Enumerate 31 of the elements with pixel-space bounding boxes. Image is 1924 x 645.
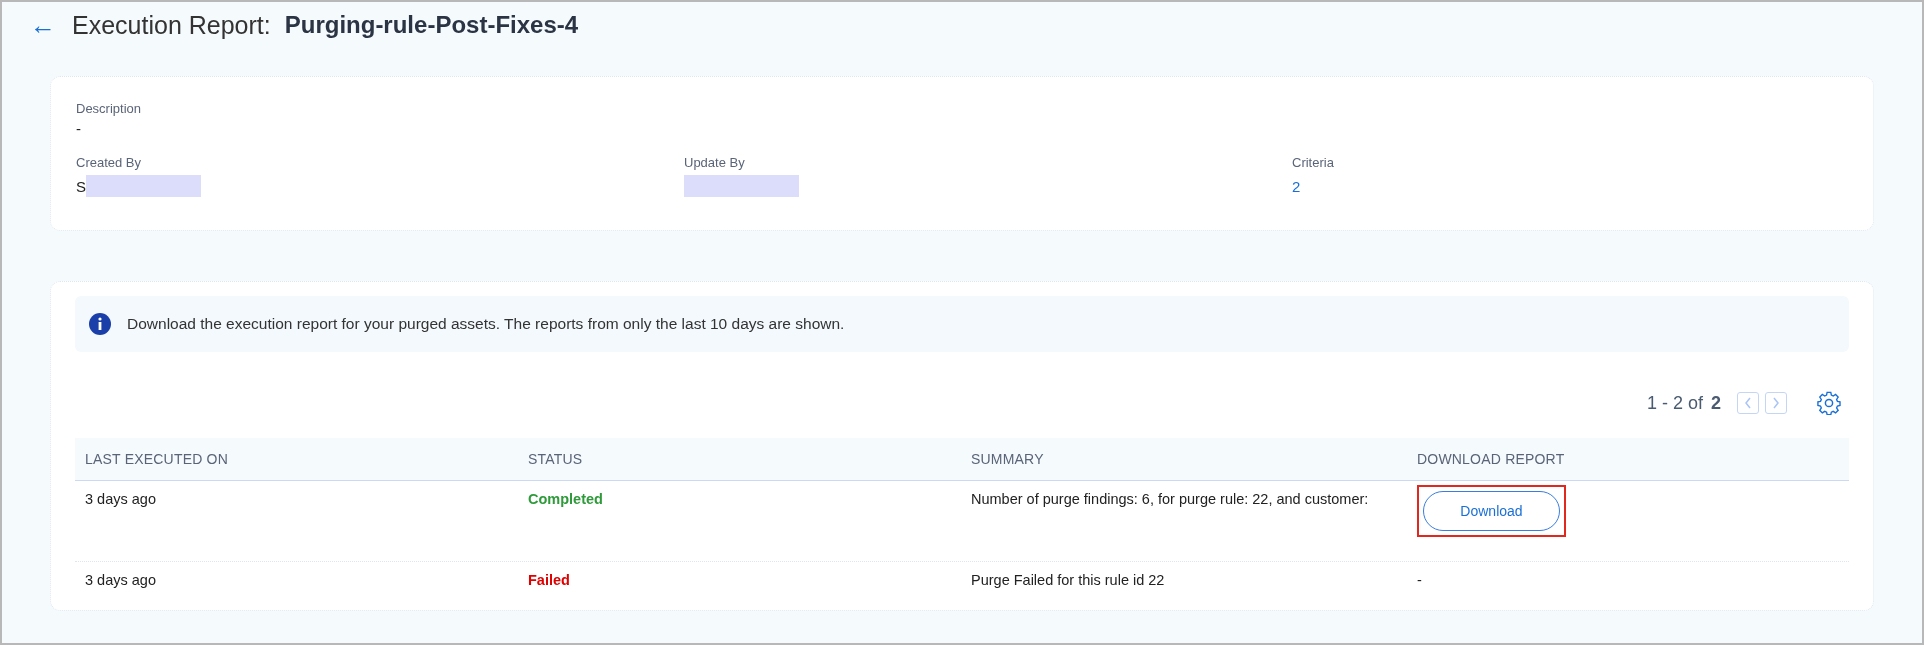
column-header: SUMMARY (970, 451, 1045, 467)
status-text: Failed (528, 572, 570, 588)
table-cell: - (1417, 572, 1422, 588)
criteria-link[interactable]: 2 (1292, 177, 1301, 195)
table-cell: 3 days ago (85, 572, 156, 588)
pagination-range: 1 - 2 of (1646, 392, 1703, 414)
status-text: Completed (528, 491, 603, 507)
field-label: Description (76, 101, 143, 116)
chevron-left-icon (1743, 396, 1753, 410)
field-label: Created By (76, 155, 143, 170)
field-value: S (76, 177, 86, 195)
table-cell: Number of purge findings: 6, for purge rule: 22, and customer: (971, 491, 1369, 507)
pagination-total: 2 (1711, 392, 1721, 414)
settings-icon[interactable] (1817, 391, 1841, 415)
previous-page-button[interactable] (1737, 392, 1759, 414)
notice-text: Download the execution report for your purged assets. The reports from only the last 10 days are shown. (127, 315, 845, 333)
download-button[interactable]: Download (1423, 491, 1560, 531)
field-label: Update By (684, 155, 746, 170)
page-title: Execution Report: (72, 10, 271, 40)
next-page-button[interactable] (1765, 392, 1787, 414)
column-header: STATUS (527, 451, 584, 467)
table-cell: Purge Failed for this rule id 22 (971, 572, 1165, 588)
column-header: DOWNLOAD REPORT (1416, 451, 1566, 467)
back-arrow-icon[interactable]: ← (30, 9, 56, 41)
table-cell: 3 days ago (85, 491, 156, 507)
field-label: Criteria (1292, 155, 1335, 170)
info-icon (89, 313, 111, 335)
rule-name: Purging-rule-Post-Fixes-4 (284, 11, 579, 39)
column-header: LAST EXECUTED ON (84, 451, 229, 467)
chevron-right-icon (1771, 396, 1781, 410)
field-value: - (76, 120, 82, 137)
